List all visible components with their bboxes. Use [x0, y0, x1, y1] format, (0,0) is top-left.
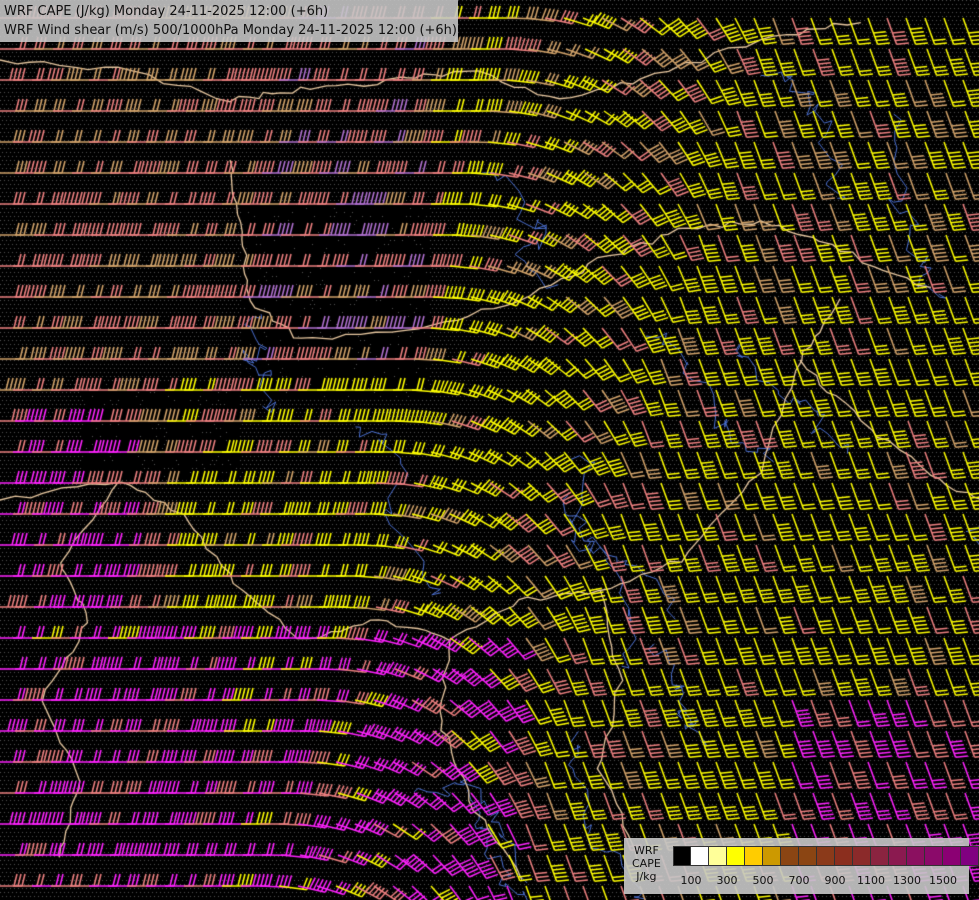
legend-labels: WRF CAPE J/kg	[632, 844, 661, 883]
legend-swatch	[745, 846, 763, 866]
legend-swatch	[781, 846, 799, 866]
legend-swatch	[907, 846, 925, 866]
legend-tick-label: 300	[716, 874, 738, 887]
legend-model: WRF	[633, 844, 659, 857]
legend-swatch	[925, 846, 943, 866]
legend-tick-label: 1500	[929, 874, 957, 887]
legend-swatch	[943, 846, 961, 866]
legend-swatch	[817, 846, 835, 866]
legend-swatch	[727, 846, 745, 866]
legend-swatch	[835, 846, 853, 866]
cape-title: WRF CAPE (J/kg) Monday 24-11-2025 12:00 …	[4, 4, 329, 19]
legend-tick-label: 700	[788, 874, 810, 887]
legend-swatch	[961, 846, 979, 866]
legend-tick-label: 900	[824, 874, 846, 887]
legend-swatch	[871, 846, 889, 866]
legend-tick-label: 1100	[857, 874, 885, 887]
legend-swatch	[853, 846, 871, 866]
legend-swatch	[709, 846, 727, 866]
legend-swatch	[889, 846, 907, 866]
map-title-box: WRF CAPE (J/kg) Monday 24-11-2025 12:00 …	[0, 0, 458, 42]
legend-ticks: 100 300 500 700 900 1100 1300 1500	[673, 874, 973, 888]
legend-swatch	[673, 846, 691, 866]
cape-legend: WRF CAPE J/kg 100 300 500 700 900 1100 1300 150…	[624, 838, 979, 894]
legend-color-scale	[673, 846, 979, 866]
legend-tick-label: 100	[680, 874, 702, 887]
legend-tick-label: 500	[752, 874, 774, 887]
legend-swatch	[763, 846, 781, 866]
legend-swatch	[799, 846, 817, 866]
wind-shear-map	[0, 0, 979, 900]
wind-shear-title: WRF Wind shear (m/s) 500/1000hPa Monday …	[4, 23, 457, 38]
legend-tick-label: 1300	[893, 874, 921, 887]
legend-swatch	[691, 846, 709, 866]
legend-unit: J/kg	[636, 870, 657, 883]
legend-variable: CAPE	[632, 857, 661, 870]
